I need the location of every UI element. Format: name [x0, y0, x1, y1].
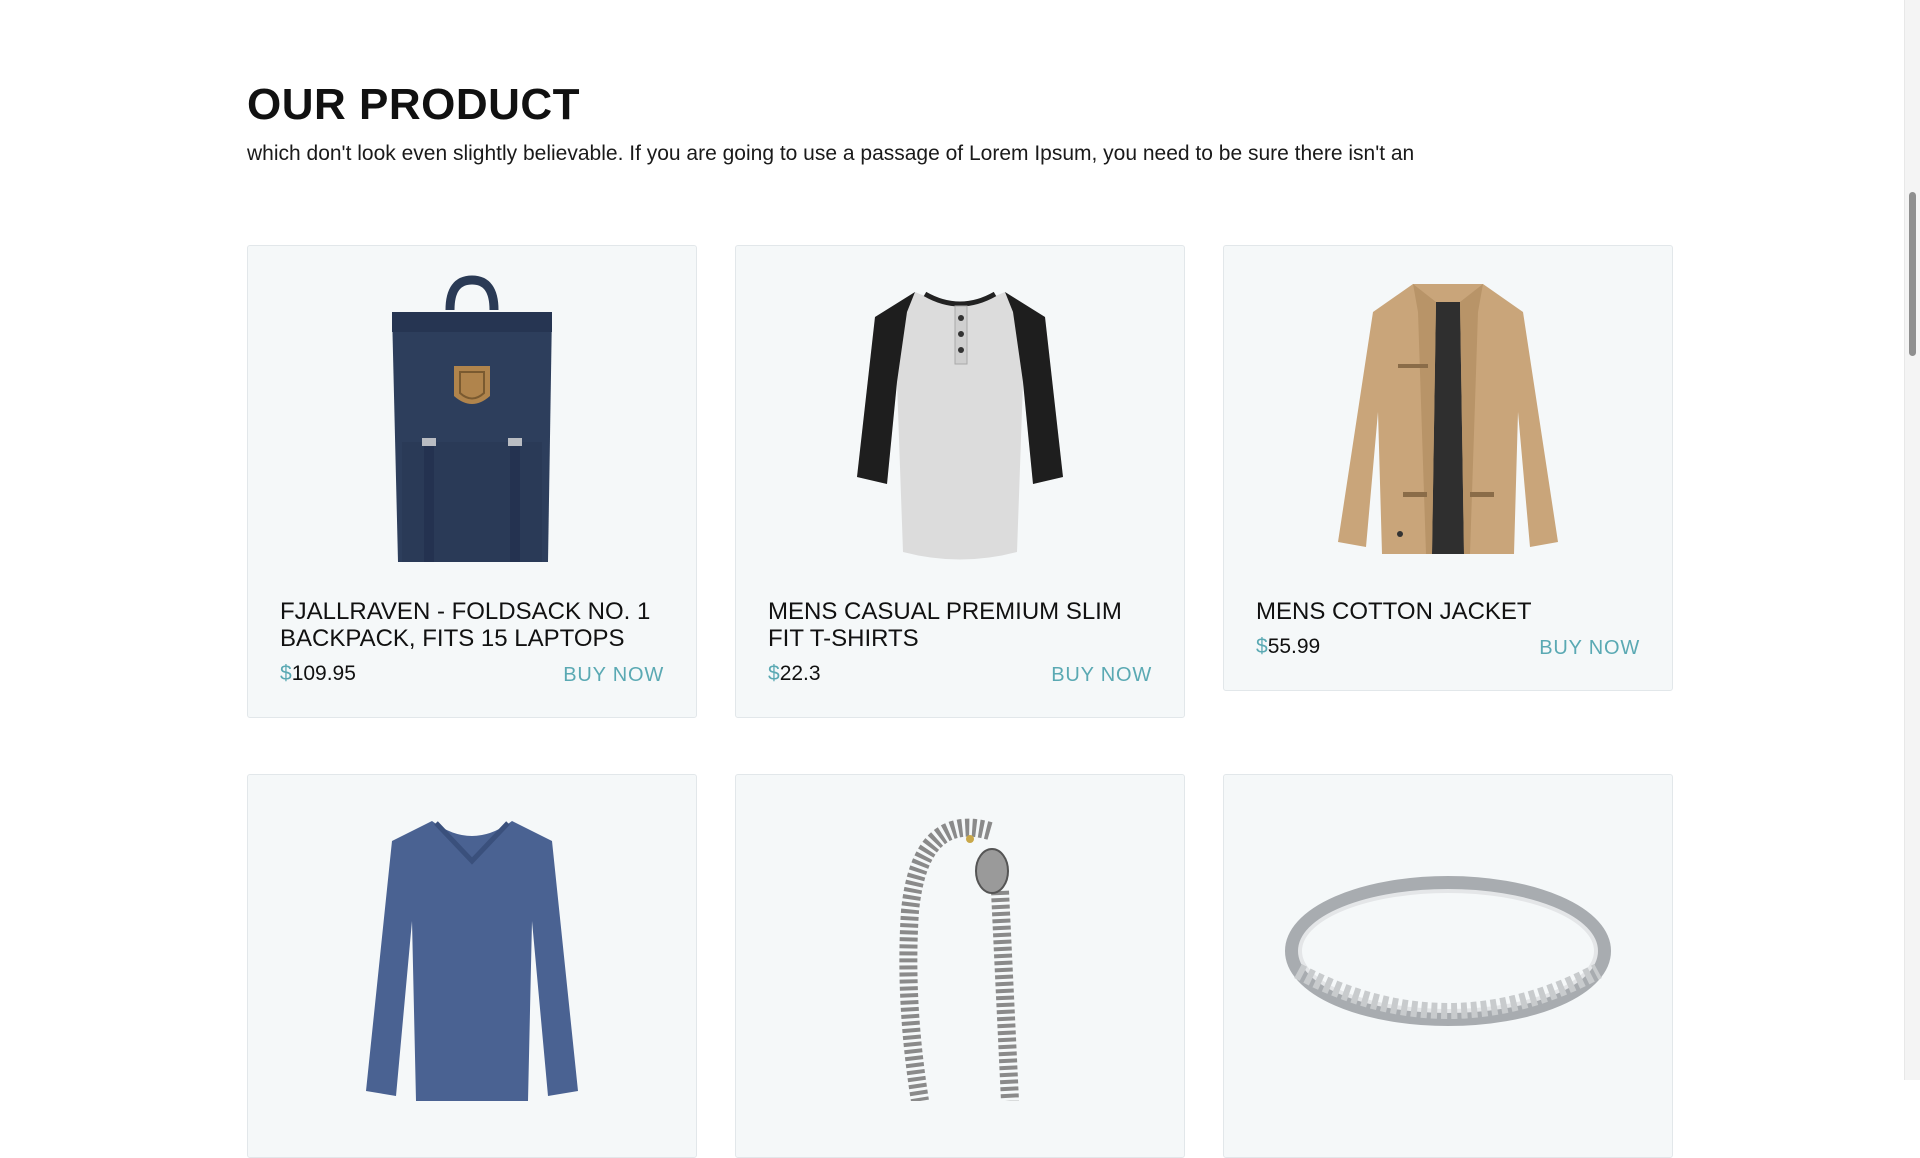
- product-price: $55.99: [1256, 635, 1320, 659]
- raglan-tshirt-image: [857, 291, 1063, 560]
- product-name: MENS COTTON JACKET: [1256, 598, 1532, 625]
- product-image-longsleeve[interactable]: [280, 775, 664, 1127]
- silver-ring-image: [1285, 876, 1611, 1026]
- backpack-image: [392, 275, 552, 562]
- product-card: [735, 774, 1185, 1158]
- vertical-scrollbar[interactable]: [1904, 0, 1920, 1080]
- section-title: OUR PRODUCT: [247, 80, 581, 129]
- jacket-image: [1338, 284, 1558, 554]
- product-image-tshirt[interactable]: [768, 246, 1152, 598]
- product-card: FJALLRAVEN - FOLDSACK NO. 1 BACKPACK, FI…: [247, 245, 697, 718]
- product-card: [247, 774, 697, 1158]
- product-image-bracelet[interactable]: [768, 775, 1152, 1127]
- chain-bracelet-image: [899, 818, 1019, 1101]
- product-name: FJALLRAVEN - FOLDSACK NO. 1 BACKPACK, FI…: [280, 598, 651, 652]
- currency-symbol: $: [768, 661, 780, 685]
- section-subtitle: which don't look even slightly believabl…: [247, 142, 1415, 165]
- product-name: MENS CASUAL PREMIUM SLIM FIT T-SHIRTS: [768, 598, 1122, 652]
- product-image-jacket[interactable]: [1256, 246, 1640, 598]
- product-price: $22.3: [768, 662, 821, 686]
- product-image-ring[interactable]: [1256, 775, 1640, 1127]
- product-card: MENS CASUAL PREMIUM SLIM FIT T-SHIRTS $2…: [735, 245, 1185, 718]
- currency-symbol: $: [280, 661, 292, 685]
- scrollbar-thumb[interactable]: [1909, 192, 1916, 356]
- buy-now-button[interactable]: BUY NOW: [1051, 664, 1152, 687]
- buy-now-button[interactable]: BUY NOW: [563, 664, 664, 687]
- price-value: 55.99: [1267, 634, 1321, 658]
- product-card: MENS COTTON JACKET $55.99 BUY NOW: [1223, 245, 1673, 691]
- product-card: [1223, 774, 1673, 1158]
- price-value: 109.95: [291, 661, 356, 685]
- product-price: $109.95: [280, 662, 356, 686]
- product-grid: FJALLRAVEN - FOLDSACK NO. 1 BACKPACK, FI…: [247, 245, 1673, 1158]
- buy-now-button[interactable]: BUY NOW: [1539, 637, 1640, 660]
- product-image-backpack[interactable]: [280, 246, 664, 598]
- currency-symbol: $: [1256, 634, 1268, 658]
- price-value: 22.3: [779, 661, 821, 685]
- longsleeve-shirt-image: [366, 821, 578, 1101]
